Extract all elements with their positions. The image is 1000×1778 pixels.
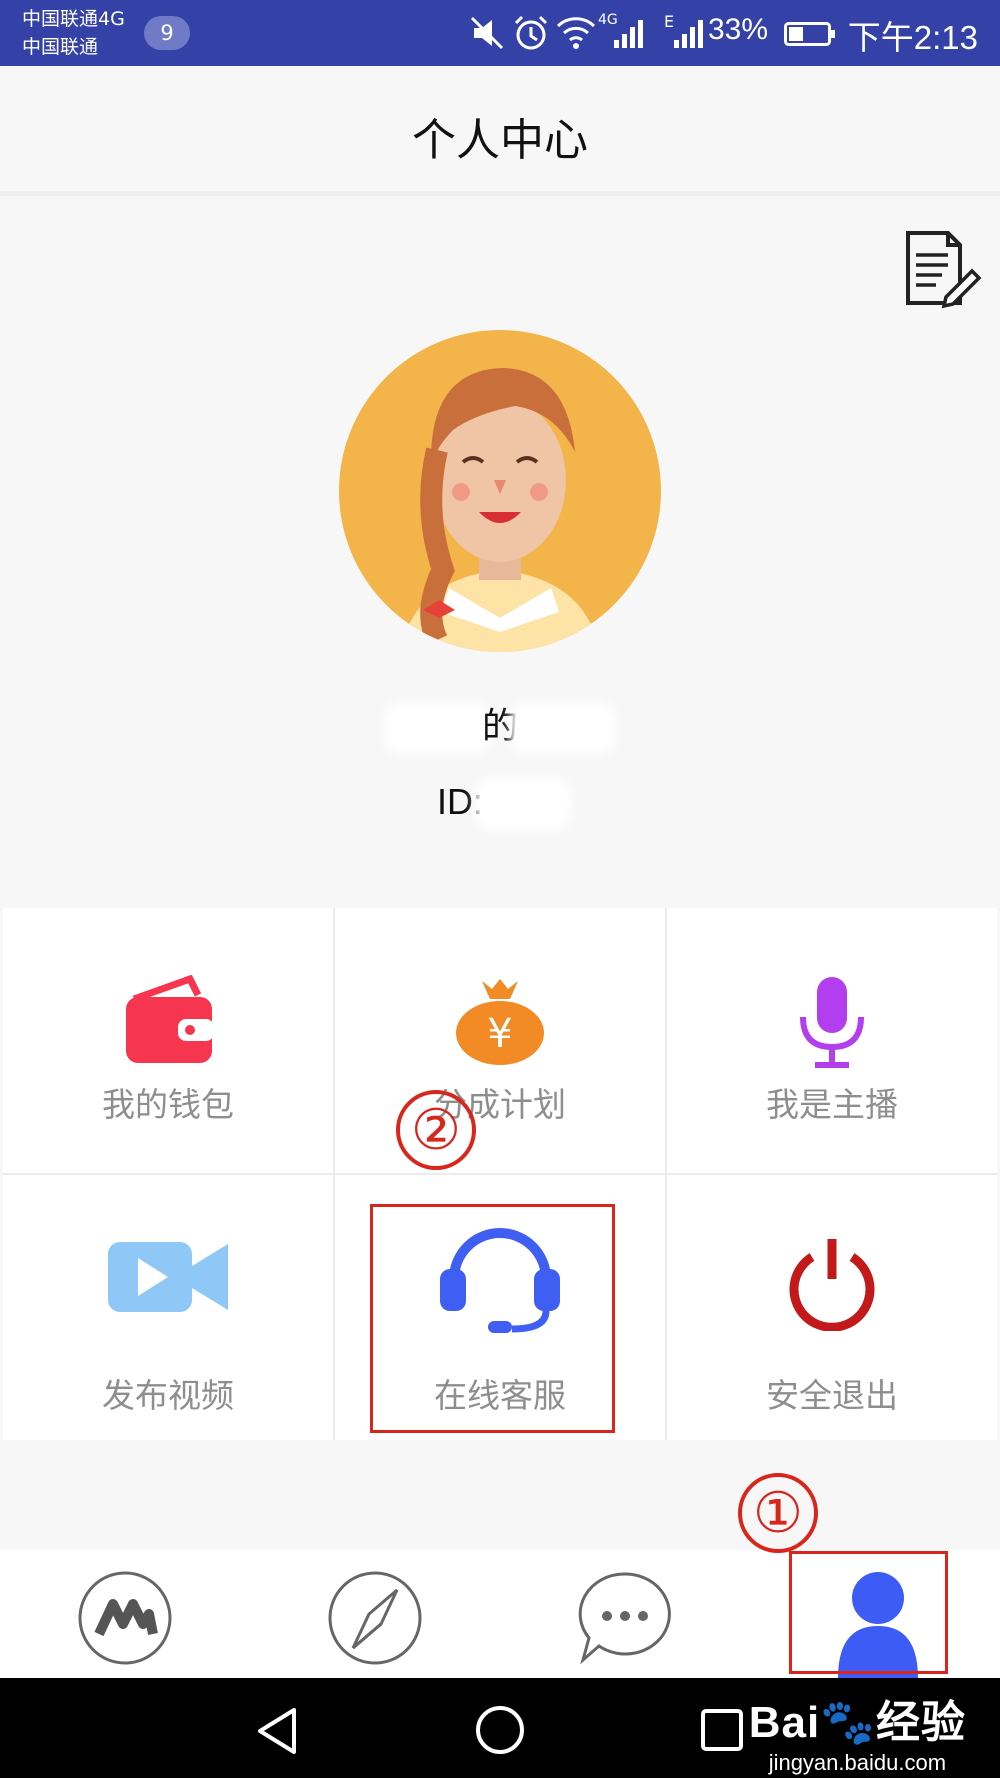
alarm-icon (514, 15, 548, 50)
battery-icon (784, 22, 835, 46)
tab-messages-icon[interactable] (577, 1570, 673, 1666)
publish-video-label: 发布视频 (102, 1376, 234, 1415)
streamer-label: 我是主播 (766, 1085, 898, 1124)
menu-item-publish-video[interactable]: 发布视频 (3, 1175, 333, 1440)
battery-percent: 33% (707, 13, 768, 46)
microphone-icon (800, 977, 864, 1068)
annotation-box-profile-tab (789, 1551, 948, 1674)
yen-symbol: ¥ (487, 1011, 512, 1057)
page-title: 个人中心 (412, 115, 588, 166)
carrier-secondary: 中国联通 (22, 36, 99, 58)
redacted-name-rest (518, 710, 608, 746)
back-icon[interactable] (254, 1706, 300, 1756)
edit-profile-icon[interactable] (902, 229, 982, 309)
clock: 下午2:13 (847, 19, 978, 56)
wifi-icon (556, 17, 596, 49)
menu-item-streamer[interactable]: 我是主播 (667, 908, 997, 1173)
redacted-id (483, 786, 563, 823)
app-header: 个人中心 (0, 66, 1000, 196)
tab-discover-icon[interactable] (327, 1570, 423, 1666)
tab-home-icon[interactable] (77, 1570, 173, 1666)
signal-icon (614, 20, 643, 48)
signal-icon-2 (674, 20, 703, 48)
home-icon[interactable] (474, 1704, 526, 1756)
mute-icon (470, 16, 504, 50)
share-plan-label: 分成计划 (434, 1085, 566, 1124)
baidu-jingyan-watermark: Bai🐾经验 jingyan.baidu.com (749, 1686, 966, 1776)
power-icon (789, 1239, 875, 1331)
watermark-logo: Bai🐾经验 (748, 1698, 966, 1747)
wallet-label: 我的钱包 (102, 1085, 234, 1124)
user-id: ID: (0, 781, 1000, 837)
annotation-2: ② (396, 1090, 476, 1170)
profile-section: 的 ID: (0, 201, 1000, 895)
logout-label: 安全退出 (766, 1376, 898, 1415)
username-suffix: 的 (481, 706, 518, 747)
wallet-icon (126, 975, 214, 1063)
status-bar: 中国联通4G 中国联通 9 4G E 33% 下午2:13 (0, 0, 1000, 66)
money-bag-icon: ¥ (456, 979, 544, 1065)
menu-item-logout[interactable]: 安全退出 (667, 1175, 997, 1440)
avatar[interactable] (339, 330, 661, 652)
user-id-label: ID: (436, 781, 483, 822)
username: 的 (0, 697, 1000, 753)
redacted-name-prefix (391, 710, 482, 746)
notification-badge: 9 (144, 16, 190, 50)
recents-icon[interactable] (700, 1708, 744, 1752)
video-camera-icon (108, 1242, 228, 1312)
menu-item-share-plan[interactable]: ¥ 分成计划 (335, 908, 665, 1173)
carrier-primary: 中国联通4G (22, 8, 125, 30)
annotation-box-online-service (370, 1204, 615, 1433)
watermark-url: jingyan.baidu.com (768, 1750, 947, 1775)
annotation-1: ① (738, 1473, 818, 1553)
menu-item-wallet[interactable]: 我的钱包 (3, 908, 333, 1173)
